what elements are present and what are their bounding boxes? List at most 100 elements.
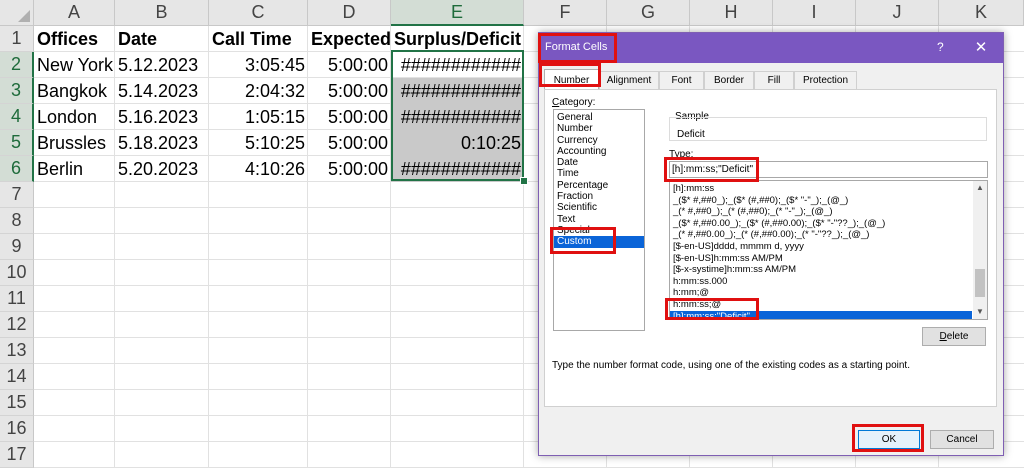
format-code-item[interactable]: _(* #,##0.00_);_(* (#,##0.00);_(* "-"??_… bbox=[670, 229, 972, 241]
category-item-number[interactable]: Number bbox=[554, 123, 644, 134]
row-header-7[interactable]: 7 bbox=[0, 182, 34, 208]
row-header-13[interactable]: 13 bbox=[0, 338, 34, 364]
cell-c5[interactable]: 5:10:25 bbox=[209, 130, 308, 156]
select-all-corner[interactable] bbox=[0, 0, 34, 26]
row-header-6[interactable]: 6 bbox=[0, 156, 34, 182]
cell-a6[interactable]: Berlin bbox=[34, 156, 115, 182]
help-button[interactable]: ? bbox=[937, 40, 944, 54]
cell-d2[interactable]: 5:00:00 bbox=[308, 52, 391, 78]
cell-c4[interactable]: 1:05:15 bbox=[209, 104, 308, 130]
cell-e3[interactable]: ############ bbox=[391, 78, 524, 104]
category-item-percentage[interactable]: Percentage bbox=[554, 180, 644, 191]
tab-border[interactable]: Border bbox=[704, 71, 754, 89]
cancel-button[interactable]: Cancel bbox=[930, 430, 994, 449]
cell-a3[interactable]: Bangkok bbox=[34, 78, 115, 104]
cell-d3[interactable]: 5:00:00 bbox=[308, 78, 391, 104]
format-code-item[interactable]: [$-x-systime]h:mm:ss AM/PM bbox=[670, 264, 972, 276]
category-item-text[interactable]: Text bbox=[554, 214, 644, 225]
dialog-titlebar[interactable]: Format Cells ? ✕ bbox=[539, 33, 1003, 63]
cell-a4[interactable]: London bbox=[34, 104, 115, 130]
format-list-scrollbar[interactable]: ▲ ▼ bbox=[973, 181, 987, 319]
tab-protection[interactable]: Protection bbox=[794, 71, 857, 89]
tab-alignment[interactable]: Alignment bbox=[599, 71, 659, 89]
column-header-k[interactable]: K bbox=[939, 0, 1024, 26]
close-icon[interactable]: ✕ bbox=[969, 37, 993, 57]
scroll-thumb[interactable] bbox=[975, 269, 985, 297]
format-code-item[interactable]: _($* #,##0_);_($* (#,##0);_($* "-"_);_(@… bbox=[670, 195, 972, 207]
cell-c3[interactable]: 2:04:32 bbox=[209, 78, 308, 104]
format-code-item[interactable]: [$-en-US]h:mm:ss AM/PM bbox=[670, 253, 972, 265]
category-item-scientific[interactable]: Scientific bbox=[554, 202, 644, 213]
tab-fill[interactable]: Fill bbox=[754, 71, 794, 89]
cell-a2[interactable]: New York bbox=[34, 52, 115, 78]
column-header-i[interactable]: I bbox=[773, 0, 856, 26]
row-header-11[interactable]: 11 bbox=[0, 286, 34, 312]
cell-e2[interactable]: ############ bbox=[391, 52, 524, 78]
column-header-b[interactable]: B bbox=[115, 0, 209, 26]
cell-b3[interactable]: 5.14.2023 bbox=[115, 78, 209, 104]
row-header-17[interactable]: 17 bbox=[0, 442, 34, 468]
cell-e4[interactable]: ############ bbox=[391, 104, 524, 130]
row-header-10[interactable]: 10 bbox=[0, 260, 34, 286]
cell-e5[interactable]: 0:10:25 bbox=[391, 130, 524, 156]
row-header-12[interactable]: 12 bbox=[0, 312, 34, 338]
category-item-currency[interactable]: Currency bbox=[554, 135, 644, 146]
category-item-accounting[interactable]: Accounting bbox=[554, 146, 644, 157]
cell-e6[interactable]: ############ bbox=[391, 156, 524, 182]
format-code-item[interactable]: h:mm:ss.000 bbox=[670, 276, 972, 288]
column-header-e[interactable]: E bbox=[391, 0, 524, 26]
row-header-16[interactable]: 16 bbox=[0, 416, 34, 442]
fill-handle[interactable] bbox=[520, 177, 528, 185]
row-header-3[interactable]: 3 bbox=[0, 78, 34, 104]
format-code-item[interactable]: _($* #,##0.00_);_($* (#,##0.00);_($* "-"… bbox=[670, 218, 972, 230]
ok-button[interactable]: OK bbox=[858, 430, 920, 449]
row-header-14[interactable]: 14 bbox=[0, 364, 34, 390]
column-header-c[interactable]: C bbox=[209, 0, 308, 26]
type-input[interactable]: [h]:mm:ss;"Deficit" bbox=[669, 161, 988, 178]
format-code-list[interactable]: ▲ ▼ [h]:mm:ss _($* #,##0_);_($* (#,##0);_… bbox=[669, 180, 988, 320]
category-item-time[interactable]: Time bbox=[554, 168, 644, 179]
cell-a5[interactable]: Brussles bbox=[34, 130, 115, 156]
cell-d4[interactable]: 5:00:00 bbox=[308, 104, 391, 130]
column-header-d[interactable]: D bbox=[308, 0, 391, 26]
column-header-h[interactable]: H bbox=[690, 0, 773, 26]
row-header-9[interactable]: 9 bbox=[0, 234, 34, 260]
format-code-item[interactable]: h:mm:ss;@ bbox=[670, 299, 972, 311]
cell-c1[interactable]: Call Time bbox=[209, 26, 308, 52]
column-header-f[interactable]: F bbox=[524, 0, 607, 26]
tab-font[interactable]: Font bbox=[659, 71, 704, 89]
cell-b1[interactable]: Date bbox=[115, 26, 209, 52]
delete-button[interactable]: Delete bbox=[922, 327, 986, 346]
category-item-special[interactable]: Special bbox=[554, 225, 644, 236]
cell-c2[interactable]: 3:05:45 bbox=[209, 52, 308, 78]
format-code-item[interactable]: _(* #,##0_);_(* (#,##0);_(* "-"_);_(@_) bbox=[670, 206, 972, 218]
row-header-4[interactable]: 4 bbox=[0, 104, 34, 130]
category-item-date[interactable]: Date bbox=[554, 157, 644, 168]
column-header-a[interactable]: A bbox=[34, 0, 115, 26]
format-code-item[interactable]: [$-en-US]dddd, mmmm d, yyyy bbox=[670, 241, 972, 253]
cell-b4[interactable]: 5.16.2023 bbox=[115, 104, 209, 130]
format-code-item[interactable]: [h]:mm:ss bbox=[670, 183, 972, 195]
row-header-15[interactable]: 15 bbox=[0, 390, 34, 416]
cell-b6[interactable]: 5.20.2023 bbox=[115, 156, 209, 182]
tab-number[interactable]: Number bbox=[544, 69, 599, 90]
cell-c6[interactable]: 4:10:26 bbox=[209, 156, 308, 182]
scroll-down-icon[interactable]: ▼ bbox=[976, 307, 984, 316]
category-item-general[interactable]: General bbox=[554, 112, 644, 123]
column-header-j[interactable]: J bbox=[856, 0, 939, 26]
category-item-custom[interactable]: Custom bbox=[554, 236, 644, 248]
category-item-fraction[interactable]: Fraction bbox=[554, 191, 644, 202]
row-header-1[interactable]: 1 bbox=[0, 26, 34, 52]
cell-d5[interactable]: 5:00:00 bbox=[308, 130, 391, 156]
scroll-up-icon[interactable]: ▲ bbox=[976, 183, 984, 192]
cell-b5[interactable]: 5.18.2023 bbox=[115, 130, 209, 156]
row-header-5[interactable]: 5 bbox=[0, 130, 34, 156]
column-header-g[interactable]: G bbox=[607, 0, 690, 26]
row-header-2[interactable]: 2 bbox=[0, 52, 34, 78]
format-code-item[interactable]: [h]:mm:ss;"Deficit" bbox=[670, 310, 972, 319]
cell-d6[interactable]: 5:00:00 bbox=[308, 156, 391, 182]
format-code-item[interactable]: h:mm;@ bbox=[670, 287, 972, 299]
category-list[interactable]: General Number Currency Accounting Date Time P… bbox=[553, 109, 645, 331]
cell-a1[interactable]: Offices bbox=[34, 26, 115, 52]
row-header-8[interactable]: 8 bbox=[0, 208, 34, 234]
